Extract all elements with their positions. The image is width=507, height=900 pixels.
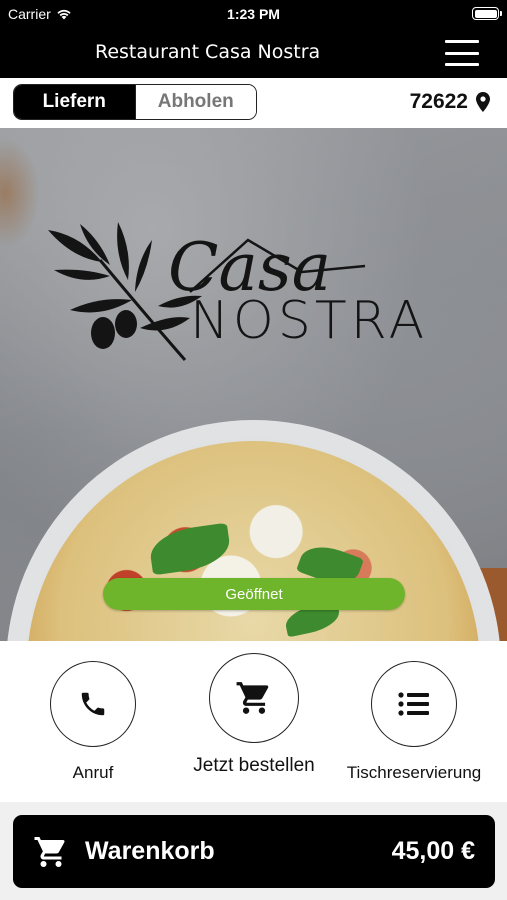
phone-icon [81,692,105,716]
call-label: Anruf [72,763,114,782]
cart-label: Warenkorb [85,837,215,865]
cart-total: 45,00 € [391,837,475,865]
cart-button[interactable]: Warenkorb 45,00 € [13,815,495,888]
order-now-button[interactable] [209,653,299,743]
clock: 1:23 PM [227,6,280,22]
table-reservation-button[interactable] [371,661,457,747]
location-pin-icon [476,92,490,112]
pickup-tab[interactable]: Abholen [134,85,256,119]
hero-image: Casa NOSTRA Geöffnet [0,128,507,641]
app-header: Restaurant Casa Nostra [0,28,507,78]
order-now-label: Jetzt bestellen [193,755,315,776]
table-reservation-action[interactable]: Tischreservierung [347,661,481,783]
location-selector[interactable]: 72622 [410,90,490,114]
pizza-image [27,441,480,641]
cart-icon [236,682,269,714]
quick-actions: Anruf Jetzt bestellen Tischreservierung [0,641,507,802]
cart-icon [34,836,65,867]
order-mode-bar: Liefern Abholen 72622 [0,78,507,128]
order-now-action[interactable]: Jetzt bestellen [193,653,315,777]
zip-code: 72622 [409,90,468,113]
deliver-tab[interactable]: Liefern [14,85,135,119]
battery-icon [472,7,502,20]
call-button[interactable] [50,661,136,747]
hamburger-menu-icon[interactable] [445,40,479,66]
logo-text-nostra: NOSTRA [190,291,428,351]
status-badge: Geöffnet [103,578,405,610]
page-title: Restaurant Casa Nostra [95,41,321,63]
list-icon [398,692,429,716]
restaurant-logo: Casa NOSTRA [48,222,428,361]
call-action[interactable]: Anruf [50,661,136,783]
status-bar: Carrier 1:23 PM [0,0,507,28]
table-reservation-label: Tischreservierung [346,763,482,782]
order-mode-toggle: Liefern Abholen [13,84,257,120]
